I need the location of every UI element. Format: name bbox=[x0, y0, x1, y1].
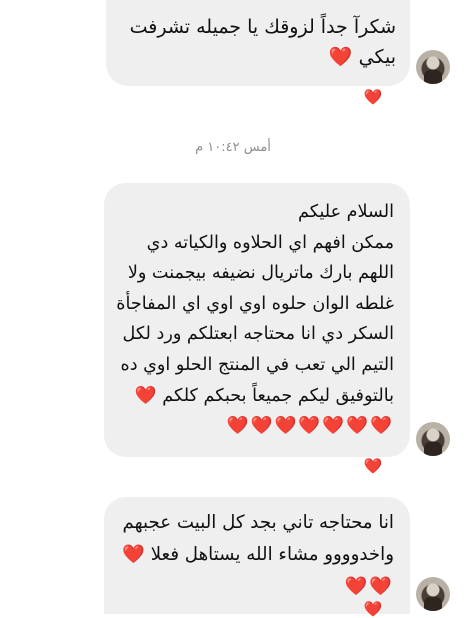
message-text: انا محتاجه تاني بجد كل البيت عجبهم bbox=[122, 512, 394, 533]
hearts-row: ❤️❤️ bbox=[344, 576, 394, 597]
avatar[interactable] bbox=[416, 422, 450, 456]
message-text: ممكن افهم اي الحلاوه والكياته دي bbox=[146, 232, 394, 253]
heart-icon: ❤️ bbox=[134, 385, 157, 406]
message-text: بالتوفيق ليكم جميعاً بحبكم كلكم ❤️ bbox=[134, 385, 394, 406]
heart-icon: ❤️ bbox=[122, 544, 145, 565]
timestamp: أمس ١٠:٤٢ م bbox=[195, 140, 271, 155]
heart-reaction-icon[interactable]: ❤️ bbox=[362, 90, 384, 105]
message-text: غلطه الوان حلوه اوي اوي اي المفاجأة bbox=[116, 293, 394, 314]
avatar[interactable] bbox=[416, 577, 450, 611]
heart-reaction-icon[interactable]: ❤️ bbox=[362, 602, 384, 617]
message-text: شكرآ جداً لزوقك يا جميله تشرفت bbox=[129, 16, 396, 38]
message-text: التيم الي تعب في المنتج الحلو اوي ده bbox=[120, 354, 395, 375]
message-bubble-2[interactable]: السلام عليكم ممكن افهم اي الحلاوه والكيا… bbox=[104, 183, 410, 457]
avatar[interactable] bbox=[416, 50, 450, 84]
message-bubble-1[interactable]: شكرآ جداً لزوقك يا جميله تشرفت بيكي ❤️ bbox=[106, 0, 410, 86]
heart-reaction-icon[interactable]: ❤️ bbox=[362, 459, 384, 474]
message-text: واخدوووو مشاء الله يستاهل فعلا ❤️ bbox=[122, 544, 394, 565]
hearts-row: ❤️❤️❤️❤️❤️❤️❤️ bbox=[226, 416, 394, 437]
heart-icon: ❤️ bbox=[328, 46, 353, 68]
message-text: السكر دي انا محتاجه ابعتلكم ورد لكل bbox=[122, 324, 395, 345]
message-text: السلام عليكم bbox=[298, 202, 394, 222]
message-text: بيكي ❤️ bbox=[328, 46, 396, 68]
message-text: اللهم بارك ماتريال نضيفه بيجمنت ولا bbox=[127, 263, 394, 284]
message-bubble-3[interactable]: انا محتاجه تاني بجد كل البيت عجبهم واخدو… bbox=[104, 497, 410, 614]
